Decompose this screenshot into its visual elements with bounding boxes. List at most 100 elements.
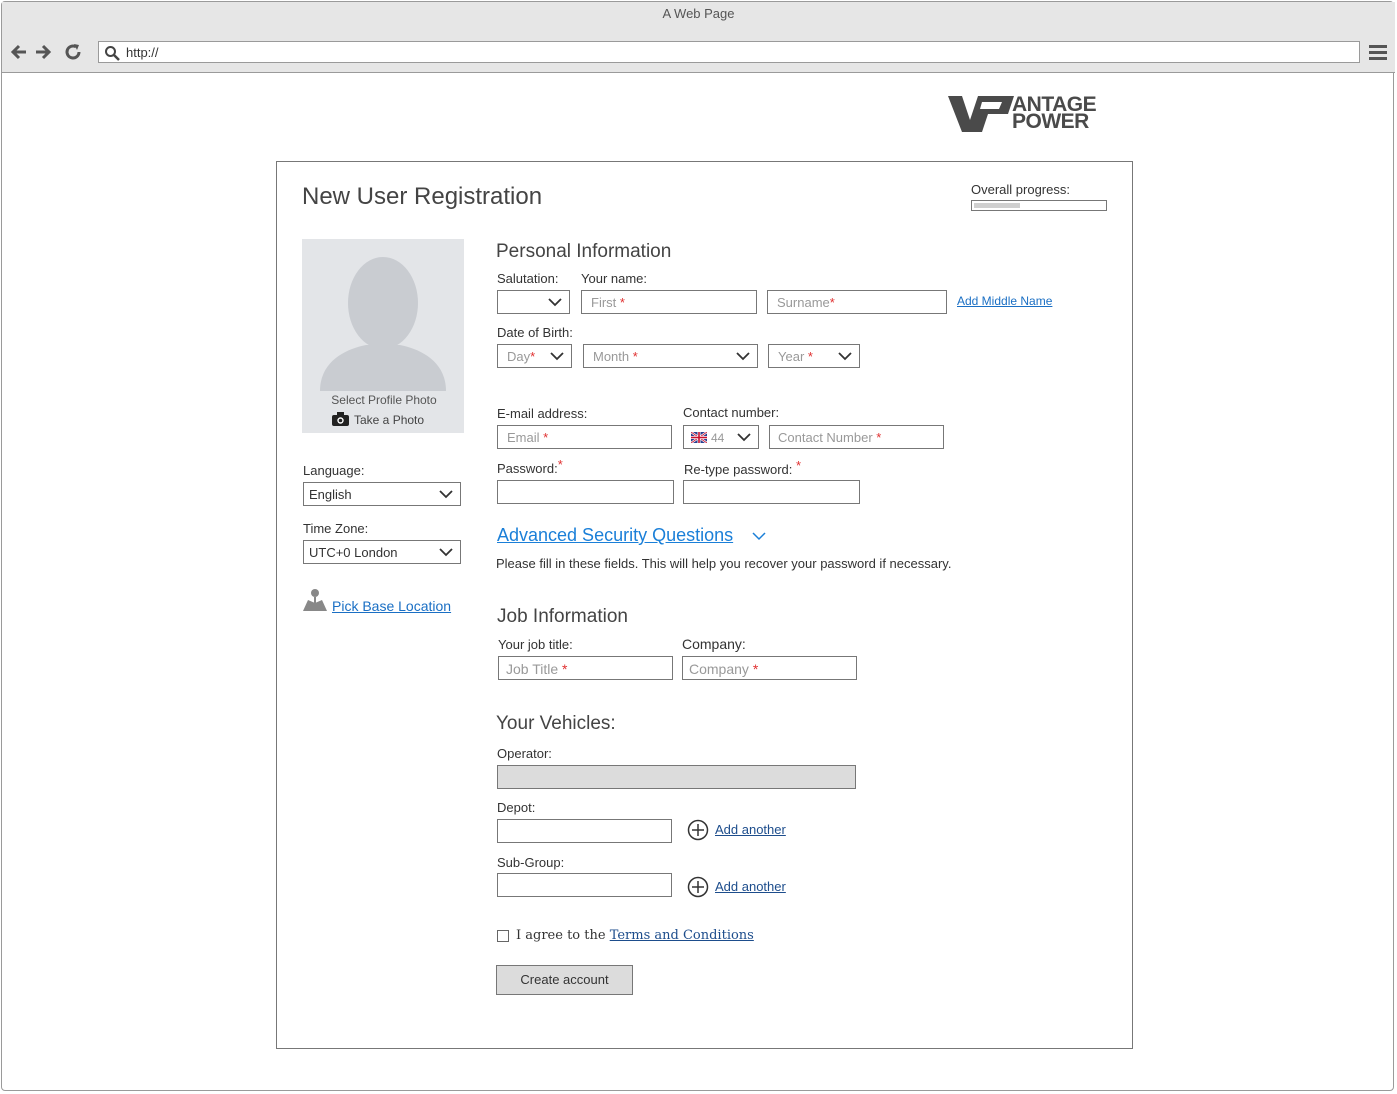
job-title-input[interactable]: Job Title * bbox=[498, 656, 673, 680]
terms-text: I agree to the Terms and Conditions bbox=[516, 928, 754, 943]
country-code-value: 44 bbox=[711, 431, 725, 445]
subgroup-input[interactable] bbox=[497, 873, 672, 897]
vantage-power-logo: ANTAGE POWER bbox=[948, 94, 1132, 133]
job-title-placeholder: Job Title bbox=[506, 661, 559, 677]
browser-titlebar: A Web Page bbox=[2, 2, 1395, 30]
language-label: Language: bbox=[303, 463, 365, 478]
url-bar[interactable]: http:// bbox=[98, 41, 1360, 63]
add-middle-name-link[interactable]: Add Middle Name bbox=[957, 294, 1052, 308]
personal-info-heading: Personal Information bbox=[496, 241, 672, 262]
company-input[interactable]: Company * bbox=[682, 656, 857, 680]
back-icon[interactable] bbox=[9, 42, 29, 62]
surname-input[interactable]: Surname* bbox=[767, 290, 947, 314]
chevron-down-icon bbox=[736, 352, 750, 361]
chevron-down-icon bbox=[838, 352, 852, 361]
language-value: English bbox=[309, 487, 352, 502]
email-input[interactable]: Email * bbox=[497, 425, 672, 449]
depot-label: Depot: bbox=[497, 800, 536, 815]
reload-icon[interactable] bbox=[63, 42, 83, 62]
select-photo-label[interactable]: Select Profile Photo bbox=[302, 393, 466, 407]
required-mark: * bbox=[530, 349, 536, 364]
email-placeholder: Email bbox=[507, 430, 540, 445]
pick-location-link[interactable]: Pick Base Location bbox=[332, 598, 451, 614]
salutation-label: Salutation: bbox=[497, 271, 559, 286]
terms-prefix: I agree to the bbox=[516, 928, 606, 943]
country-code-select[interactable]: 44 bbox=[683, 425, 759, 449]
dob-year-select[interactable]: Year * bbox=[768, 344, 860, 368]
email-label: E-mail address: bbox=[497, 406, 588, 421]
timezone-select[interactable]: UTC+0 London bbox=[303, 540, 461, 564]
progress-label: Overall progress: bbox=[971, 182, 1070, 197]
salutation-select[interactable] bbox=[497, 290, 570, 314]
forward-icon[interactable] bbox=[33, 42, 53, 62]
chevron-down-icon bbox=[737, 433, 751, 442]
required-mark: * bbox=[807, 349, 813, 364]
logo-text-bottom: POWER bbox=[1012, 110, 1089, 133]
first-name-input[interactable]: First * bbox=[581, 290, 757, 314]
company-placeholder: Company bbox=[689, 661, 749, 677]
required-mark: * bbox=[632, 349, 638, 364]
url-text: http:// bbox=[126, 45, 159, 60]
job-title-label: Your job title: bbox=[498, 637, 573, 652]
timezone-value: UTC+0 London bbox=[309, 545, 398, 560]
first-name-placeholder: First bbox=[591, 295, 617, 310]
retype-label-text: Re-type password: bbox=[684, 462, 793, 477]
uk-flag-icon bbox=[691, 432, 707, 443]
page-title: New User Registration bbox=[302, 183, 543, 210]
surname-placeholder: Surname bbox=[777, 295, 830, 310]
take-photo-label[interactable]: Take a Photo bbox=[354, 413, 424, 427]
camera-icon[interactable] bbox=[332, 412, 349, 426]
name-label: Your name: bbox=[581, 271, 648, 286]
contact-placeholder: Contact Number bbox=[778, 430, 873, 445]
window-title: A Web Page bbox=[662, 6, 735, 21]
dob-month-select[interactable]: Month * bbox=[583, 344, 758, 368]
retype-password-label: Re-type password: * bbox=[684, 458, 801, 477]
chevron-down-icon bbox=[439, 490, 453, 499]
password-label: Password:* bbox=[497, 457, 563, 476]
avatar-silhouette-icon bbox=[320, 257, 446, 391]
map-pin-icon bbox=[303, 589, 327, 611]
year-placeholder: Year bbox=[778, 349, 805, 364]
required-mark: * bbox=[829, 295, 835, 310]
progress-fill bbox=[974, 203, 1020, 208]
add-another-subgroup-link[interactable]: Add another bbox=[715, 879, 786, 894]
menu-icon[interactable] bbox=[1369, 43, 1387, 61]
logo-mark-icon bbox=[948, 96, 1014, 132]
chevron-down-icon bbox=[548, 298, 562, 307]
add-another-depot-link[interactable]: Add another bbox=[715, 822, 786, 837]
profile-photo-placeholder[interactable]: Select Profile Photo Take a Photo bbox=[302, 239, 464, 433]
chevron-down-icon[interactable] bbox=[752, 531, 766, 541]
required-mark: * bbox=[557, 457, 563, 472]
add-circle-icon[interactable] bbox=[687, 876, 709, 898]
subgroup-label: Sub-Group: bbox=[497, 855, 565, 870]
required-mark: * bbox=[619, 295, 625, 310]
required-mark: * bbox=[876, 430, 882, 445]
day-placeholder: Day bbox=[507, 349, 531, 364]
chevron-down-icon bbox=[439, 548, 453, 557]
vehicles-heading: Your Vehicles: bbox=[496, 713, 616, 734]
dob-label: Date of Birth: bbox=[497, 325, 573, 340]
month-placeholder: Month bbox=[593, 349, 630, 364]
create-account-button[interactable]: Create account bbox=[496, 965, 633, 995]
terms-link[interactable]: Terms and Conditions bbox=[610, 928, 754, 943]
password-label-text: Password: bbox=[497, 461, 558, 476]
progress-bar bbox=[971, 200, 1107, 211]
required-mark: * bbox=[562, 661, 568, 677]
depot-input[interactable] bbox=[497, 819, 672, 843]
company-label: Company: bbox=[682, 636, 746, 652]
chevron-down-icon bbox=[550, 352, 564, 361]
retype-password-input[interactable] bbox=[683, 480, 860, 504]
terms-checkbox[interactable] bbox=[497, 930, 509, 942]
required-mark: * bbox=[752, 661, 759, 677]
add-circle-icon[interactable] bbox=[687, 819, 709, 841]
password-input[interactable] bbox=[497, 480, 674, 504]
security-questions-link[interactable]: Advanced Security Questions bbox=[497, 525, 733, 546]
dob-day-select[interactable]: Day* bbox=[497, 344, 572, 368]
required-mark: * bbox=[796, 458, 802, 473]
contact-number-input[interactable]: Contact Number * bbox=[769, 425, 944, 449]
language-select[interactable]: English bbox=[303, 482, 461, 506]
operator-label: Operator: bbox=[497, 746, 552, 761]
contact-label: Contact number: bbox=[683, 405, 780, 420]
operator-input[interactable] bbox=[497, 765, 856, 789]
required-mark: * bbox=[543, 430, 549, 445]
